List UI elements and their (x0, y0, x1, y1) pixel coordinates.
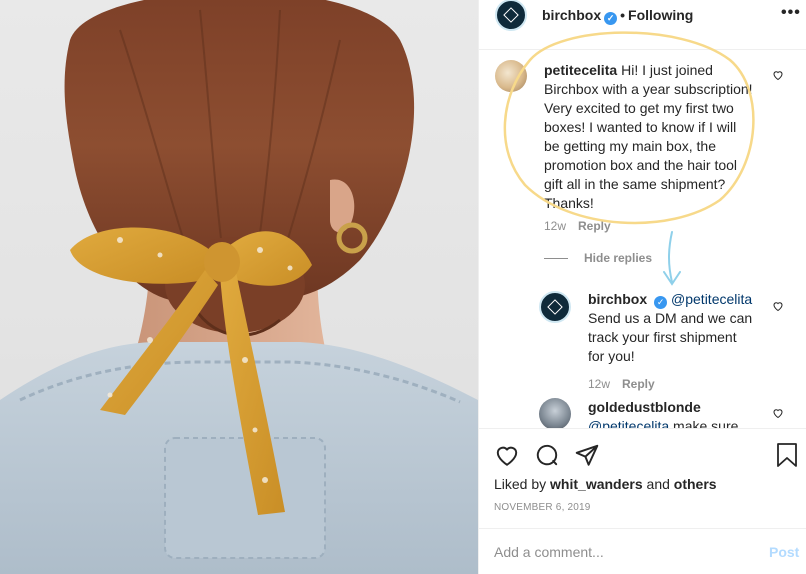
more-options-icon[interactable]: ••• (781, 4, 801, 22)
separator-dot: • (620, 7, 626, 23)
goldedustblonde-avatar[interactable] (539, 398, 571, 428)
comment-line: promotion box and the hair tool (544, 157, 738, 173)
petitecelita-avatar[interactable] (495, 60, 527, 92)
liked-by-user[interactable]: whit_wanders (550, 476, 643, 492)
post-author: birchbox ✓ • Following (542, 7, 693, 25)
reply-meta: 12w Reply (588, 377, 655, 391)
comment-line: Thanks! (544, 195, 594, 211)
comment-line: Very excited to get my first two (544, 100, 734, 116)
reply-like-heart-icon[interactable] (772, 300, 784, 312)
comment-icon[interactable] (534, 442, 560, 468)
likes-others-link[interactable]: others (674, 476, 717, 492)
bookmark-icon[interactable] (775, 442, 799, 468)
reply-body: birchbox ✓ @petitecelita Send us a DM and… (588, 290, 788, 366)
heart-icon[interactable] (494, 442, 520, 468)
birchbox-avatar[interactable] (495, 0, 527, 31)
comment-line: boxes! I wanted to know if I will (544, 119, 737, 135)
likes-prefix: Liked by (494, 476, 547, 492)
comment-body: petitecelita Hi! I just joined Birchbox w… (544, 61, 784, 213)
following-button[interactable]: Following (628, 7, 693, 23)
reply-button[interactable]: Reply (622, 377, 655, 391)
reply-line: for you! (588, 348, 635, 364)
comment-username[interactable]: goldedustblonde (588, 399, 701, 415)
comment-body: goldedustblonde @petitecelita make sure (588, 398, 788, 428)
comment-username[interactable]: petitecelita (544, 62, 617, 78)
comment-mention[interactable]: @petitecelita (588, 418, 669, 428)
comment-line: Hi! I just joined (621, 62, 713, 78)
post-username[interactable]: birchbox (542, 7, 601, 23)
reply-mention[interactable]: @petitecelita (671, 291, 752, 307)
likes-and: and (646, 476, 670, 492)
reply-username[interactable]: birchbox (588, 291, 647, 307)
post-image[interactable] (0, 0, 478, 574)
comment-partial-text: make sure (673, 418, 739, 428)
likes-summary: Liked by whit_wanders and others (494, 476, 717, 492)
reply-line: Send us a DM and we can (588, 310, 753, 326)
verified-badge-icon: ✓ (604, 12, 618, 25)
comment-line: gift all in the same shipment? (544, 176, 726, 192)
add-comment-input[interactable]: Add a comment... (494, 544, 604, 560)
reply-age: 12w (588, 377, 611, 391)
comment-like-heart-icon[interactable] (772, 69, 784, 81)
birchbox-reply-avatar[interactable] (539, 291, 571, 323)
post-photo-illustration (0, 0, 478, 574)
post-comment-button[interactable]: Post (769, 544, 799, 560)
post-date[interactable]: NOVEMBER 6, 2019 (494, 502, 591, 513)
comment-age: 12w (544, 219, 567, 233)
verified-badge-icon: ✓ (654, 296, 668, 309)
comments-list[interactable]: petitecelita Hi! I just joined Birchbox w… (479, 30, 806, 428)
reply-button[interactable]: Reply (578, 219, 611, 233)
hide-replies-line (544, 258, 568, 259)
comment-meta: 12w Reply (544, 219, 611, 233)
reply-line: track your first shipment (588, 329, 737, 345)
comment-line: Birchbox with a year subscription! (544, 81, 753, 97)
post-header: birchbox ✓ • Following ••• (479, 0, 806, 31)
comment-like-heart-icon[interactable] (772, 407, 784, 419)
actions-divider (479, 428, 806, 429)
post-side-panel: birchbox ✓ • Following ••• petitecelita Hi! … (478, 0, 806, 574)
hide-replies-button[interactable]: Hide replies (584, 251, 652, 265)
share-icon[interactable] (574, 442, 600, 468)
comment-box-divider (479, 528, 806, 529)
comment-line: be getting my main box, the (544, 138, 716, 154)
